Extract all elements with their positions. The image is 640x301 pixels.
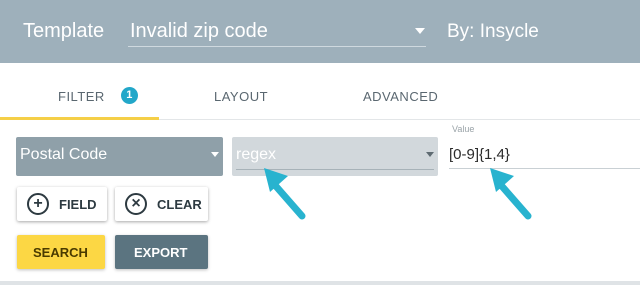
add-field-button[interactable]: + FIELD	[17, 187, 107, 221]
filter-count-badge: 1	[121, 87, 138, 104]
pointer-arrow-icon	[490, 168, 532, 220]
author-label: By: Insycle	[447, 21, 539, 42]
template-label: Template	[23, 20, 105, 42]
clear-button[interactable]: × CLEAR	[115, 187, 208, 221]
field-select[interactable]: Postal Code	[16, 137, 223, 176]
plus-circle-icon: +	[27, 193, 49, 215]
tab-filter-label: FILTER	[58, 89, 105, 104]
chevron-down-icon	[211, 152, 219, 157]
divider	[0, 281, 640, 285]
value-underline	[449, 168, 640, 169]
pointer-arrow-icon	[264, 168, 306, 220]
tab-advanced-label: ADVANCED	[363, 89, 439, 104]
value-input[interactable]	[449, 146, 640, 163]
value-field-label: Value	[452, 124, 475, 134]
close-circle-icon: ×	[125, 193, 147, 215]
tab-filter[interactable]: FILTER 1	[0, 63, 159, 120]
value-field: Value	[449, 124, 640, 170]
tab-advanced[interactable]: ADVANCED	[319, 63, 479, 120]
tab-layout[interactable]: LAYOUT	[159, 63, 319, 120]
search-label: SEARCH	[33, 245, 88, 260]
template-select-value: Invalid zip code	[130, 20, 268, 42]
tab-bar: FILTER 1 LAYOUT ADVANCED	[0, 63, 640, 120]
search-button[interactable]: SEARCH	[17, 235, 105, 269]
field-select-value: Postal Code	[20, 146, 108, 163]
template-select[interactable]: Invalid zip code	[128, 18, 426, 47]
header-bar: Template Invalid zip code By: Insycle	[0, 0, 640, 63]
chevron-down-icon	[426, 152, 434, 157]
chevron-down-icon	[415, 28, 425, 34]
tab-layout-label: LAYOUT	[214, 89, 269, 104]
export-button[interactable]: EXPORT	[115, 235, 208, 269]
clear-label: CLEAR	[157, 197, 202, 212]
add-field-label: FIELD	[59, 197, 97, 212]
export-label: EXPORT	[134, 245, 188, 260]
